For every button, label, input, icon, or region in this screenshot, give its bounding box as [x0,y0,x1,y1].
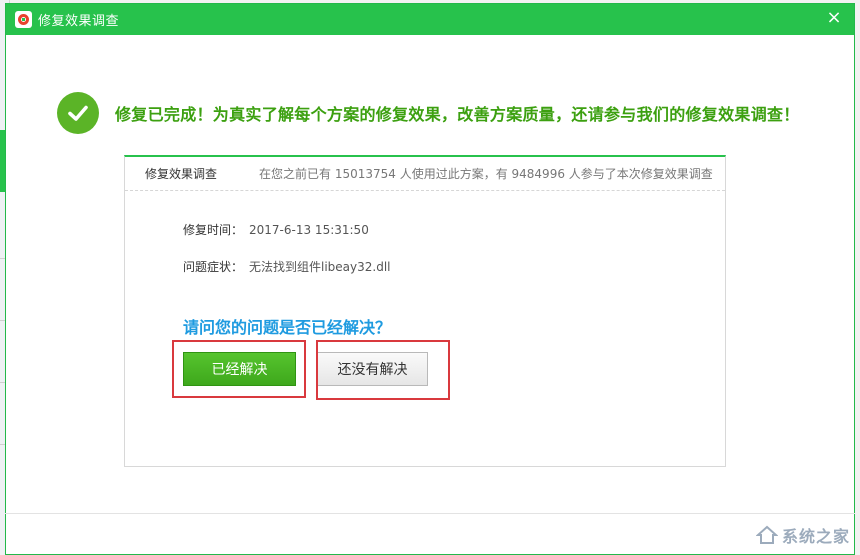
resolution-question: 请问您的问题是否已经解决？ [183,318,392,337]
repair-time-label: 修复时间： [183,223,244,237]
watermark: 系统之家 [755,523,850,547]
survey-panel: 修复效果调查 在您之前已有 15013754 人使用过此方案，有 9484996… [124,155,726,467]
checkmark-icon [57,92,99,134]
symptom-label: 问题症状： [183,260,244,274]
lifebuoy-icon [15,11,32,28]
house-icon [755,525,778,544]
completion-message: 修复已完成！为真实了解每个方案的修复效果，改善方案质量，还请参与我们的修复效果调… [57,92,800,134]
window-title: 修复效果调查 [38,14,120,29]
watermark-text: 系统之家 [781,527,850,546]
completion-text: 修复已完成！为真实了解每个方案的修复效果，改善方案质量，还请参与我们的修复效果调… [115,105,800,124]
highlight-box-resolved [172,340,306,398]
title-bar: 修复效果调查 × [6,4,854,35]
highlight-box-unresolved [316,340,450,400]
symptom-value: 无法找到组件libeay32.dll [249,260,391,274]
symptom-row: 问题症状： 无法找到组件libeay32.dll [183,258,391,275]
close-button[interactable]: × [822,6,846,32]
survey-title: 修复效果调查 [145,167,218,181]
repair-time-row: 修复时间： 2017-6-13 15:31:50 [183,221,369,238]
footer-divider [5,513,855,514]
repair-time-value: 2017-6-13 15:31:50 [249,223,369,237]
survey-header: 修复效果调查 在您之前已有 15013754 人使用过此方案，有 9484996… [125,157,725,191]
survey-stats: 在您之前已有 15013754 人使用过此方案，有 9484996 人参与了本次… [259,167,713,181]
